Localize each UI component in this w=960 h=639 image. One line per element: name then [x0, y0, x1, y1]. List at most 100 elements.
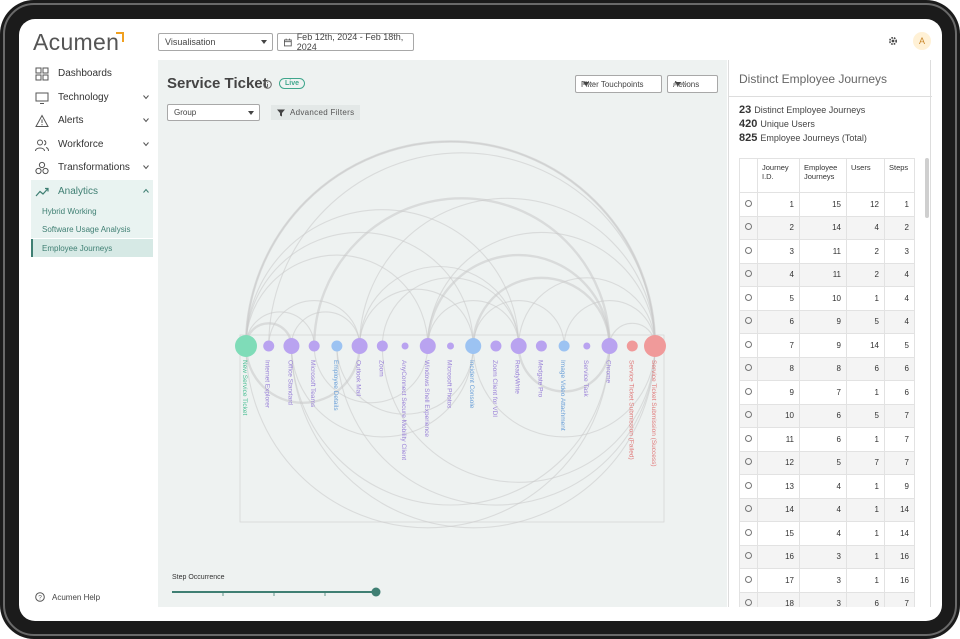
- touchpoint-node[interactable]: [465, 338, 482, 354]
- touchpoint-node[interactable]: [331, 340, 343, 352]
- touchpoint-node[interactable]: [401, 342, 409, 350]
- table-row[interactable]: 13 4 1 9: [739, 474, 915, 499]
- table-row[interactable]: 5 10 1 4: [739, 286, 915, 311]
- row-radio[interactable]: [745, 505, 752, 513]
- row-radio[interactable]: [745, 340, 752, 348]
- touchpoint-node[interactable]: [626, 340, 638, 352]
- row-select-cell[interactable]: [739, 474, 758, 499]
- table-row[interactable]: 11 6 1 7: [739, 427, 915, 452]
- sidebar-subitem-employee-journeys[interactable]: Employee Journeys: [31, 239, 153, 257]
- row-radio[interactable]: [745, 434, 752, 442]
- table-row[interactable]: 12 5 7 7: [739, 450, 915, 475]
- sidebar-item-alerts[interactable]: Alerts: [31, 109, 153, 132]
- touchpoint-node[interactable]: [583, 342, 591, 350]
- journeys-table: Journey I.D. Employee Journeys Users Ste…: [739, 158, 915, 607]
- touchpoint-node[interactable]: [419, 338, 436, 354]
- touchpoint-node[interactable]: [510, 338, 527, 354]
- table-row[interactable]: 18 3 6 7: [739, 591, 915, 607]
- row-select-cell[interactable]: [739, 591, 758, 607]
- row-select-cell[interactable]: [739, 521, 758, 546]
- row-select-cell[interactable]: [739, 309, 758, 334]
- view-select[interactable]: Visualisation: [158, 33, 273, 51]
- row-select-cell[interactable]: [739, 544, 758, 569]
- row-select-cell[interactable]: [739, 450, 758, 475]
- row-select-cell[interactable]: [739, 192, 758, 217]
- touchpoint-node[interactable]: [351, 338, 368, 354]
- row-select-cell[interactable]: [739, 356, 758, 381]
- filter-touchpoints-button[interactable]: Filter Touchpoints: [575, 75, 662, 93]
- row-select-cell[interactable]: [739, 427, 758, 452]
- touchpoint-node[interactable]: [283, 338, 300, 354]
- group-select[interactable]: Group: [167, 104, 260, 121]
- date-range-picker[interactable]: Feb 12th, 2024 - Feb 18th, 2024: [277, 32, 414, 52]
- row-radio[interactable]: [745, 387, 752, 395]
- sidebar-subitem-hybrid-working[interactable]: Hybrid Working: [31, 202, 153, 220]
- row-radio[interactable]: [745, 223, 752, 231]
- touchpoint-node[interactable]: [535, 340, 547, 352]
- table-row[interactable]: 9716: [739, 380, 915, 405]
- touchpoint-node[interactable]: [490, 340, 502, 352]
- info-icon[interactable]: [263, 80, 272, 89]
- table-row[interactable]: 4 11 2 4: [739, 262, 915, 287]
- touchpoint-node[interactable]: [376, 340, 388, 352]
- row-radio[interactable]: [745, 411, 752, 419]
- touchpoint-label: Microsoft Photos: [446, 360, 453, 409]
- table-row[interactable]: 16 3 1 16: [739, 544, 915, 569]
- sidebar-item-analytics[interactable]: Analytics: [31, 180, 153, 203]
- table-row[interactable]: 7 9 14 5: [739, 333, 915, 358]
- table-row[interactable]: 1 15 12 1: [739, 192, 915, 217]
- row-select-cell[interactable]: [739, 215, 758, 240]
- row-radio[interactable]: [745, 528, 752, 536]
- gear-icon[interactable]: [887, 35, 899, 47]
- advanced-filters-button[interactable]: Advanced Filters: [271, 105, 361, 120]
- column-header-journey-id[interactable]: Journey I.D.: [757, 158, 800, 193]
- avatar[interactable]: A: [913, 32, 931, 50]
- row-select-cell[interactable]: [739, 262, 758, 287]
- row-radio[interactable]: [745, 364, 752, 372]
- help-link[interactable]: ? Acumen Help: [35, 592, 100, 602]
- row-radio[interactable]: [745, 599, 752, 607]
- touchpoint-node[interactable]: [447, 342, 454, 350]
- table-row[interactable]: 14 4 1 14: [739, 497, 915, 522]
- touchpoint-node[interactable]: [235, 335, 257, 357]
- row-select-cell[interactable]: [739, 380, 758, 405]
- row-radio[interactable]: [745, 481, 752, 489]
- row-radio[interactable]: [745, 317, 752, 325]
- row-radio[interactable]: [745, 293, 752, 301]
- row-radio[interactable]: [745, 575, 752, 583]
- row-radio[interactable]: [745, 246, 752, 254]
- row-radio[interactable]: [745, 199, 752, 207]
- table-scrollbar[interactable]: [925, 158, 929, 218]
- column-header-steps[interactable]: Steps: [884, 158, 915, 193]
- row-radio[interactable]: [745, 552, 752, 560]
- table-row[interactable]: 2 14 4 2: [739, 215, 915, 240]
- table-row[interactable]: 17 3 1 16: [739, 568, 915, 593]
- touchpoint-node[interactable]: [601, 338, 618, 354]
- sidebar-item-technology[interactable]: Technology: [31, 86, 153, 109]
- row-select-cell[interactable]: [739, 286, 758, 311]
- sidebar-item-dashboards[interactable]: Dashboards: [31, 62, 153, 85]
- row-radio[interactable]: [745, 270, 752, 278]
- row-select-cell[interactable]: [739, 403, 758, 428]
- row-select-cell[interactable]: [739, 568, 758, 593]
- touchpoint-node[interactable]: [644, 335, 666, 357]
- touchpoint-node[interactable]: [308, 340, 320, 352]
- row-radio[interactable]: [745, 458, 752, 466]
- sidebar-subitem-software-usage[interactable]: Software Usage Analysis: [31, 220, 153, 238]
- actions-button[interactable]: Actions: [667, 75, 718, 93]
- sidebar-item-transformations[interactable]: Transformations: [31, 156, 153, 179]
- row-select-cell[interactable]: [739, 333, 758, 358]
- table-row[interactable]: 3 11 2 3: [739, 239, 915, 264]
- table-row[interactable]: 10 6 5 7: [739, 403, 915, 428]
- step-occurrence-slider[interactable]: [170, 586, 385, 598]
- row-select-cell[interactable]: [739, 239, 758, 264]
- column-header-employee-journeys[interactable]: Employee Journeys: [799, 158, 847, 193]
- table-row[interactable]: 15 4 1 14: [739, 521, 915, 546]
- row-select-cell[interactable]: [739, 497, 758, 522]
- table-row[interactable]: 6954: [739, 309, 915, 334]
- table-row[interactable]: 8866: [739, 356, 915, 381]
- touchpoint-node[interactable]: [558, 340, 570, 352]
- touchpoint-node[interactable]: [263, 340, 275, 352]
- column-header-users[interactable]: Users: [846, 158, 885, 193]
- sidebar-item-workforce[interactable]: Workforce: [31, 133, 153, 156]
